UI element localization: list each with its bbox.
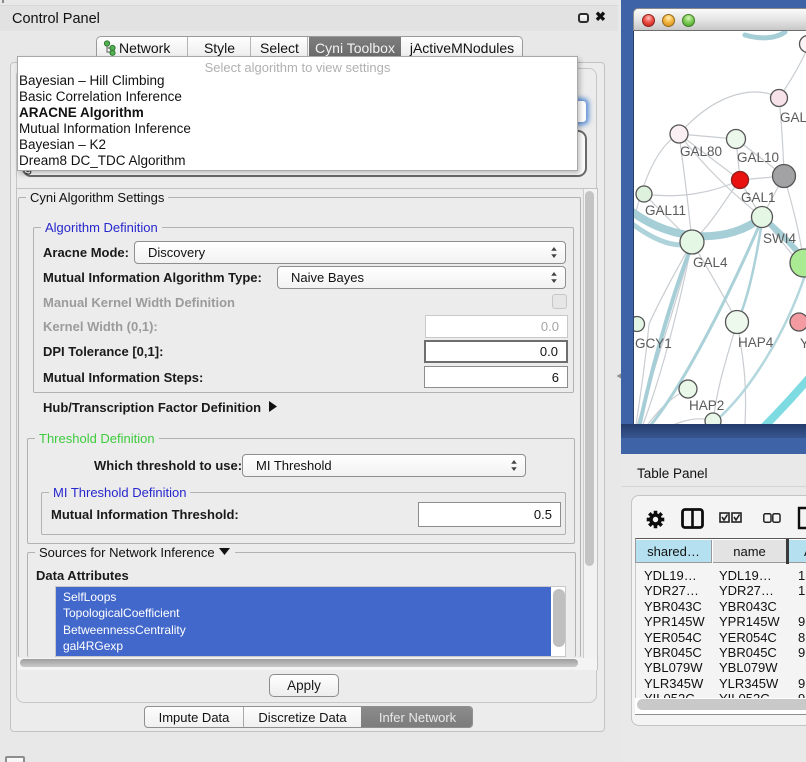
svg-text:HAP4: HAP4 bbox=[738, 335, 774, 350]
svg-text:GAL10: GAL10 bbox=[737, 150, 779, 165]
svg-text:SWI4: SWI4 bbox=[763, 231, 796, 246]
svg-text:GAL8: GAL8 bbox=[780, 110, 806, 125]
svg-text:HAP2: HAP2 bbox=[689, 398, 724, 413]
svg-text:GAL4: GAL4 bbox=[693, 255, 728, 270]
svg-text:GCY1: GCY1 bbox=[635, 336, 672, 351]
svg-text:GAL1: GAL1 bbox=[741, 190, 776, 205]
svg-text:GAL80: GAL80 bbox=[680, 144, 722, 159]
svg-text:GAL11: GAL11 bbox=[645, 203, 686, 218]
svg-text:Y: Y bbox=[800, 336, 806, 351]
